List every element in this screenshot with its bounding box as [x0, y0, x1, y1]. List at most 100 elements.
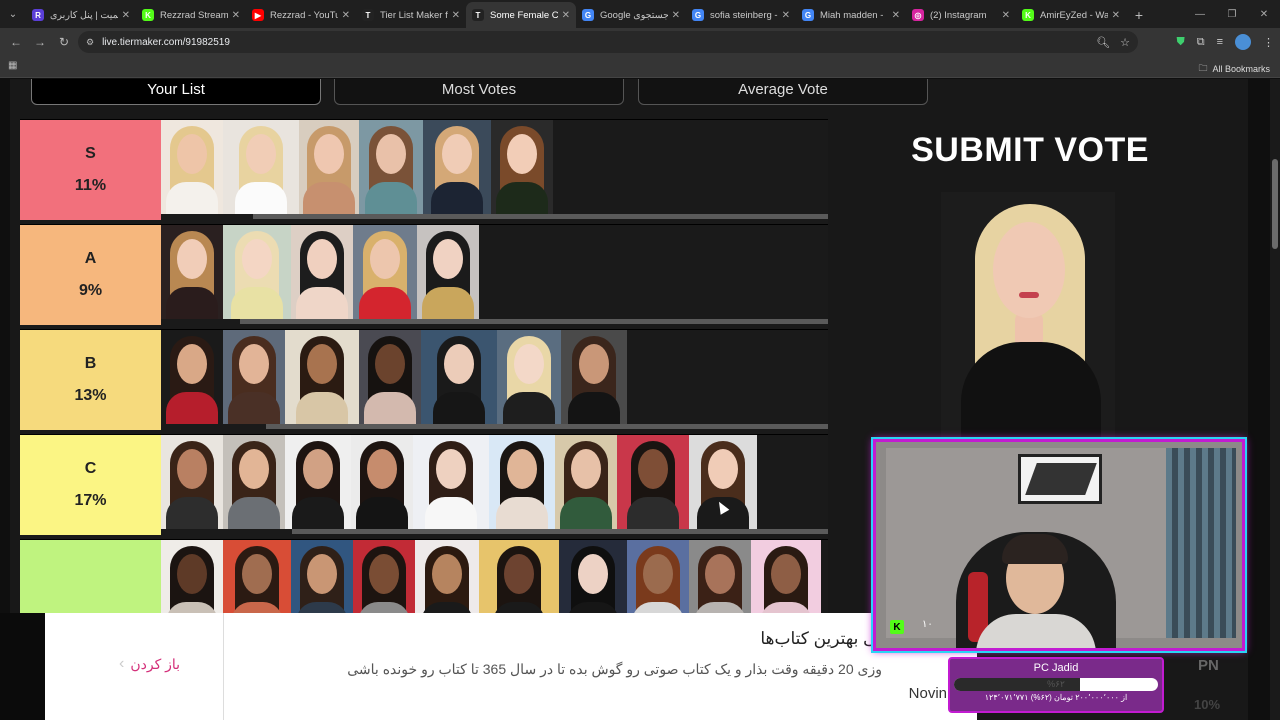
celebrity-image[interactable] — [413, 435, 489, 529]
address-bar[interactable]: ⚙ live.tiermaker.com/91982519 🔍︎ ☆ — [78, 31, 1138, 53]
celebrity-image[interactable] — [161, 435, 223, 529]
folder-icon: 🗀 — [1198, 63, 1208, 73]
celebrity-image[interactable] — [161, 120, 223, 214]
extensions-puzzle-icon[interactable]: ⧉ — [1197, 36, 1205, 49]
pn-badge: PN — [1198, 657, 1219, 674]
zoom-icon[interactable]: 🔍︎ — [1096, 36, 1110, 49]
donation-progress-bar: %۶۲ — [954, 678, 1158, 691]
profile-avatar[interactable] — [1235, 34, 1251, 50]
tab-title: AmirEyZed - Wat — [1040, 9, 1108, 21]
shield-extension-icon[interactable]: ⛊ — [1176, 36, 1184, 49]
image-face — [579, 344, 609, 384]
image-face — [307, 239, 337, 279]
back-icon[interactable]: ← — [4, 30, 28, 54]
celebrity-image[interactable] — [359, 120, 423, 214]
bookmark-star-icon[interactable]: ☆ — [1120, 36, 1130, 49]
browser-tab[interactable]: G Google جستجوی ✕ — [576, 2, 686, 28]
current-item-image[interactable] — [941, 192, 1115, 442]
browser-tab[interactable]: T Some Female Cele ✕ — [466, 2, 576, 28]
browser-tab[interactable]: G Miah madden - ✕ — [796, 2, 906, 28]
celebrity-image[interactable] — [491, 120, 553, 214]
tier-label: B 13% — [20, 330, 161, 430]
close-tab-icon[interactable]: ✕ — [452, 10, 460, 21]
image-body — [166, 287, 218, 319]
close-tab-icon[interactable]: ✕ — [672, 10, 680, 21]
tier-percent: 9% — [78, 282, 103, 299]
celebrity-image[interactable] — [223, 120, 299, 214]
celebrity-image[interactable] — [285, 435, 351, 529]
celebrity-image[interactable] — [353, 225, 417, 319]
browser-toolbar: ← → ↻ ⚙ live.tiermaker.com/91982519 🔍︎ ☆… — [0, 28, 1280, 56]
close-tab-icon[interactable]: ✕ — [1112, 10, 1120, 21]
site-info-icon[interactable]: ⚙ — [86, 37, 94, 48]
celebrity-image[interactable] — [291, 225, 353, 319]
close-tab-icon[interactable]: ✕ — [122, 10, 130, 21]
browser-tab[interactable]: T Tier List Maker fo ✕ — [356, 2, 466, 28]
celebrity-image[interactable] — [417, 225, 479, 319]
celebrity-image[interactable] — [161, 225, 223, 319]
celebrity-image[interactable] — [489, 435, 555, 529]
audiobook-ad-banner[interactable]: ‹ باز کردن تی بهترین کتاب‌ها وزی 20 دقیق… — [45, 613, 977, 720]
tier-items — [161, 330, 627, 424]
celebrity-image[interactable] — [423, 120, 491, 214]
maximize-icon[interactable]: ❐ — [1216, 0, 1248, 28]
reload-icon[interactable]: ↻ — [52, 30, 76, 54]
minimize-icon[interactable]: — — [1184, 0, 1216, 28]
media-control-icon[interactable]: ≡ — [1217, 36, 1223, 48]
image-body — [356, 497, 408, 529]
close-tab-icon[interactable]: ✕ — [1002, 10, 1010, 21]
tab-title: (2) Instagram — [930, 9, 987, 21]
image-face — [177, 239, 207, 279]
menu-kebab-icon[interactable]: ⋮ — [1263, 36, 1274, 49]
close-tab-icon[interactable]: ✕ — [782, 10, 790, 21]
tab-your-list[interactable]: Your List — [31, 79, 321, 105]
celebrity-image[interactable] — [561, 330, 627, 424]
close-window-icon[interactable]: ✕ — [1248, 0, 1280, 28]
image-body — [425, 497, 477, 529]
celebrity-image[interactable] — [299, 120, 359, 214]
tab-search-chevron-icon[interactable]: ⌄ — [0, 0, 26, 28]
celebrity-image[interactable] — [161, 330, 223, 424]
celebrity-image[interactable] — [223, 330, 285, 424]
image-body — [496, 182, 548, 214]
apps-grid-icon[interactable]: ▦ — [8, 60, 17, 71]
url-text[interactable]: live.tiermaker.com/91982519 — [102, 37, 230, 48]
image-face — [514, 344, 544, 384]
browser-tab[interactable]: ◎ (2) Instagram ✕ — [906, 2, 1016, 28]
celebrity-image[interactable] — [223, 435, 285, 529]
tab-title: Rezzrad Stream - — [160, 9, 228, 21]
celebrity-image[interactable] — [223, 225, 291, 319]
celebrity-image[interactable] — [497, 330, 561, 424]
all-bookmarks-button[interactable]: 🗀 All Bookmarks — [1198, 61, 1270, 77]
celebrity-image[interactable] — [555, 435, 617, 529]
forward-icon[interactable]: → — [28, 30, 52, 54]
close-tab-icon[interactable]: ✕ — [342, 10, 350, 21]
image-face — [643, 554, 673, 594]
tab-most-votes[interactable]: Most Votes — [334, 79, 624, 105]
celebrity-image[interactable] — [359, 330, 421, 424]
browser-tab[interactable]: K AmirEyZed - Wat ✕ — [1016, 2, 1126, 28]
image-face — [314, 134, 344, 174]
new-tab-button[interactable]: + — [1126, 2, 1152, 28]
celebrity-image[interactable] — [421, 330, 497, 424]
browser-tab[interactable]: K Rezzrad Stream - ✕ — [136, 2, 246, 28]
celebrity-image[interactable] — [351, 435, 413, 529]
scrollbar-thumb[interactable] — [1272, 159, 1278, 249]
close-tab-icon[interactable]: ✕ — [892, 10, 900, 21]
browser-tab[interactable]: ▶ Rezzrad - YouTub ✕ — [246, 2, 356, 28]
ad-open-button[interactable]: ‹ باز کردن — [119, 655, 180, 673]
celebrity-image[interactable] — [689, 435, 757, 529]
tab-favicon-icon: K — [142, 9, 154, 21]
tab-average-vote[interactable]: Average Vote — [638, 79, 928, 105]
tier-label: C 17% — [20, 435, 161, 535]
page-scrollbar[interactable] — [1270, 79, 1280, 720]
celebrity-image[interactable] — [617, 435, 689, 529]
image-face — [369, 554, 399, 594]
browser-tab[interactable]: Gsofia steinberg - ✕ — [686, 2, 796, 28]
browser-tab[interactable]: R ریمیت | پنل کاربری ✕ — [26, 2, 136, 28]
submit-vote-heading[interactable]: SUBMIT VOTE — [860, 131, 1200, 170]
close-tab-icon[interactable]: ✕ — [232, 10, 240, 21]
celebrity-image[interactable] — [285, 330, 359, 424]
close-tab-icon[interactable]: ✕ — [562, 10, 570, 21]
tab-favicon-icon: ◎ — [912, 9, 924, 21]
